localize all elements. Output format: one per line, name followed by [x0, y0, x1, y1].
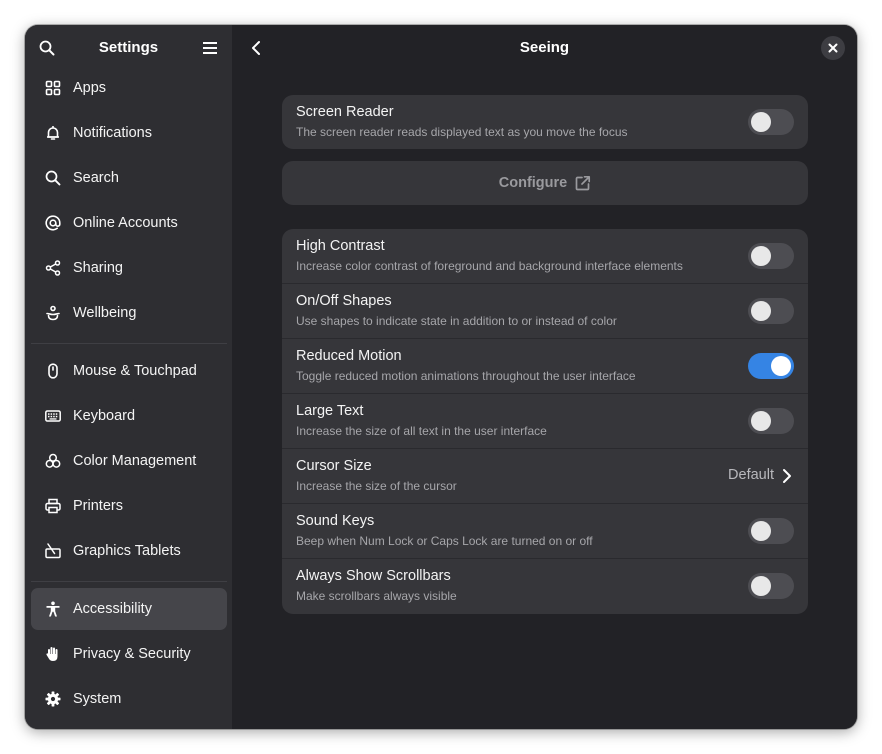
sidebar-item-printers[interactable]: Printers	[31, 485, 227, 527]
row-subtitle: Use shapes to indicate state in addition…	[296, 314, 617, 328]
mouse-icon	[45, 363, 61, 379]
on-off-shapes-row[interactable]: On/Off Shapes Use shapes to indicate sta…	[282, 284, 808, 339]
sidebar-item-privacy-security[interactable]: Privacy & Security	[31, 633, 227, 675]
always-show-scrollbars-switch[interactable]	[748, 573, 794, 599]
close-icon	[828, 43, 838, 53]
row-subtitle: The screen reader reads displayed text a…	[296, 125, 628, 139]
sidebar-item-online-accounts[interactable]: Online Accounts	[31, 202, 227, 244]
content-pane: Seeing Screen Reader The screen reader r…	[232, 25, 857, 729]
row-subtitle: Beep when Num Lock or Caps Lock are turn…	[296, 534, 593, 548]
sidebar-item-mouse-touchpad[interactable]: Mouse & Touchpad	[31, 350, 227, 392]
sidebar-item-label: Keyboard	[73, 408, 136, 424]
sidebar-item-label: Accessibility	[73, 601, 152, 617]
on-off-shapes-switch[interactable]	[748, 298, 794, 324]
screen-reader-group: Screen Reader The screen reader reads di…	[282, 95, 808, 149]
page-title: Seeing	[519, 39, 570, 56]
hamburger-menu-icon[interactable]	[196, 34, 224, 62]
cursor-size-row[interactable]: Cursor Size Increase the size of the cur…	[282, 449, 808, 504]
hand-icon	[45, 646, 61, 662]
row-title: On/Off Shapes	[296, 293, 392, 309]
search-icon	[45, 170, 61, 186]
content-header: Seeing	[232, 25, 857, 71]
row-title: Large Text	[296, 403, 364, 419]
sidebar-separator	[31, 343, 227, 344]
wellbeing-icon	[45, 305, 61, 321]
chevron-right-icon	[780, 467, 794, 485]
settings-window: Settings Apps Notifications Search Onlin…	[25, 25, 857, 729]
sidebar-item-wellbeing[interactable]: Wellbeing	[31, 292, 227, 334]
row-subtitle: Make scrollbars always visible	[296, 589, 457, 603]
reduced-motion-row[interactable]: Reduced Motion Toggle reduced motion ani…	[282, 339, 808, 394]
row-subtitle: Increase the size of the cursor	[296, 479, 457, 493]
row-title: Cursor Size	[296, 458, 372, 474]
sidebar-item-system[interactable]: System	[31, 678, 227, 720]
share-icon	[45, 260, 61, 276]
sidebar-header: Settings	[25, 25, 232, 71]
row-title: Screen Reader	[296, 104, 394, 120]
bell-icon	[45, 125, 61, 141]
sidebar-item-label: Graphics Tablets	[73, 543, 181, 559]
always-show-scrollbars-row[interactable]: Always Show Scrollbars Make scrollbars a…	[282, 559, 808, 614]
keyboard-icon	[45, 408, 61, 424]
configure-label: Configure	[498, 175, 568, 191]
sidebar-item-graphics-tablets[interactable]: Graphics Tablets	[31, 530, 227, 572]
close-button[interactable]	[821, 36, 845, 60]
at-sign-icon	[45, 215, 61, 231]
row-subtitle: Increase the size of all text in the use…	[296, 424, 547, 438]
screen-reader-switch[interactable]	[748, 109, 794, 135]
high-contrast-row[interactable]: High Contrast Increase color contrast of…	[282, 229, 808, 284]
sidebar-item-keyboard[interactable]: Keyboard	[31, 395, 227, 437]
cursor-size-value: Default	[728, 467, 774, 483]
color-palette-icon	[45, 453, 61, 469]
sidebar-item-notifications[interactable]: Notifications	[31, 112, 227, 154]
sound-keys-row[interactable]: Sound Keys Beep when Num Lock or Caps Lo…	[282, 504, 808, 559]
printer-icon	[45, 498, 61, 514]
sidebar-item-label: Color Management	[73, 453, 197, 469]
sidebar: Settings Apps Notifications Search Onlin…	[25, 25, 232, 729]
row-title: High Contrast	[296, 238, 385, 254]
large-text-switch[interactable]	[748, 408, 794, 434]
sidebar-item-label: Sharing	[73, 260, 123, 276]
sidebar-item-label: Apps	[73, 80, 107, 96]
sound-keys-switch[interactable]	[748, 518, 794, 544]
sidebar-item-label: Privacy & Security	[73, 646, 191, 662]
apps-grid-icon	[45, 80, 61, 96]
screen-reader-row[interactable]: Screen Reader The screen reader reads di…	[282, 95, 808, 149]
sidebar-item-label: Search	[73, 170, 119, 186]
sidebar-item-apps[interactable]: Apps	[31, 67, 227, 109]
row-title: Always Show Scrollbars	[296, 568, 451, 584]
row-subtitle: Increase color contrast of foreground an…	[296, 259, 683, 273]
row-subtitle: Toggle reduced motion animations through…	[296, 369, 636, 383]
high-contrast-switch[interactable]	[748, 243, 794, 269]
reduced-motion-switch[interactable]	[748, 353, 794, 379]
configure-button[interactable]: Configure	[282, 161, 808, 205]
sidebar-item-accessibility[interactable]: Accessibility	[31, 588, 227, 630]
tablet-pen-icon	[45, 543, 61, 559]
gear-icon	[45, 691, 61, 707]
seeing-settings-group: High Contrast Increase color contrast of…	[282, 229, 808, 614]
sidebar-item-label: Online Accounts	[73, 215, 178, 231]
external-link-icon	[574, 175, 591, 192]
row-title: Reduced Motion	[296, 348, 402, 364]
sidebar-item-search[interactable]: Search	[31, 157, 227, 199]
sidebar-item-label: Printers	[73, 498, 123, 514]
large-text-row[interactable]: Large Text Increase the size of all text…	[282, 394, 808, 449]
sidebar-separator	[31, 581, 227, 582]
row-title: Sound Keys	[296, 513, 375, 529]
sidebar-item-sharing[interactable]: Sharing	[31, 247, 227, 289]
sidebar-item-color-management[interactable]: Color Management	[31, 440, 227, 482]
accessibility-icon	[45, 601, 61, 617]
sidebar-item-label: Wellbeing	[73, 305, 137, 321]
sidebar-item-label: Notifications	[73, 125, 152, 141]
sidebar-item-label: Mouse & Touchpad	[73, 363, 197, 379]
sidebar-item-label: System	[73, 691, 122, 707]
